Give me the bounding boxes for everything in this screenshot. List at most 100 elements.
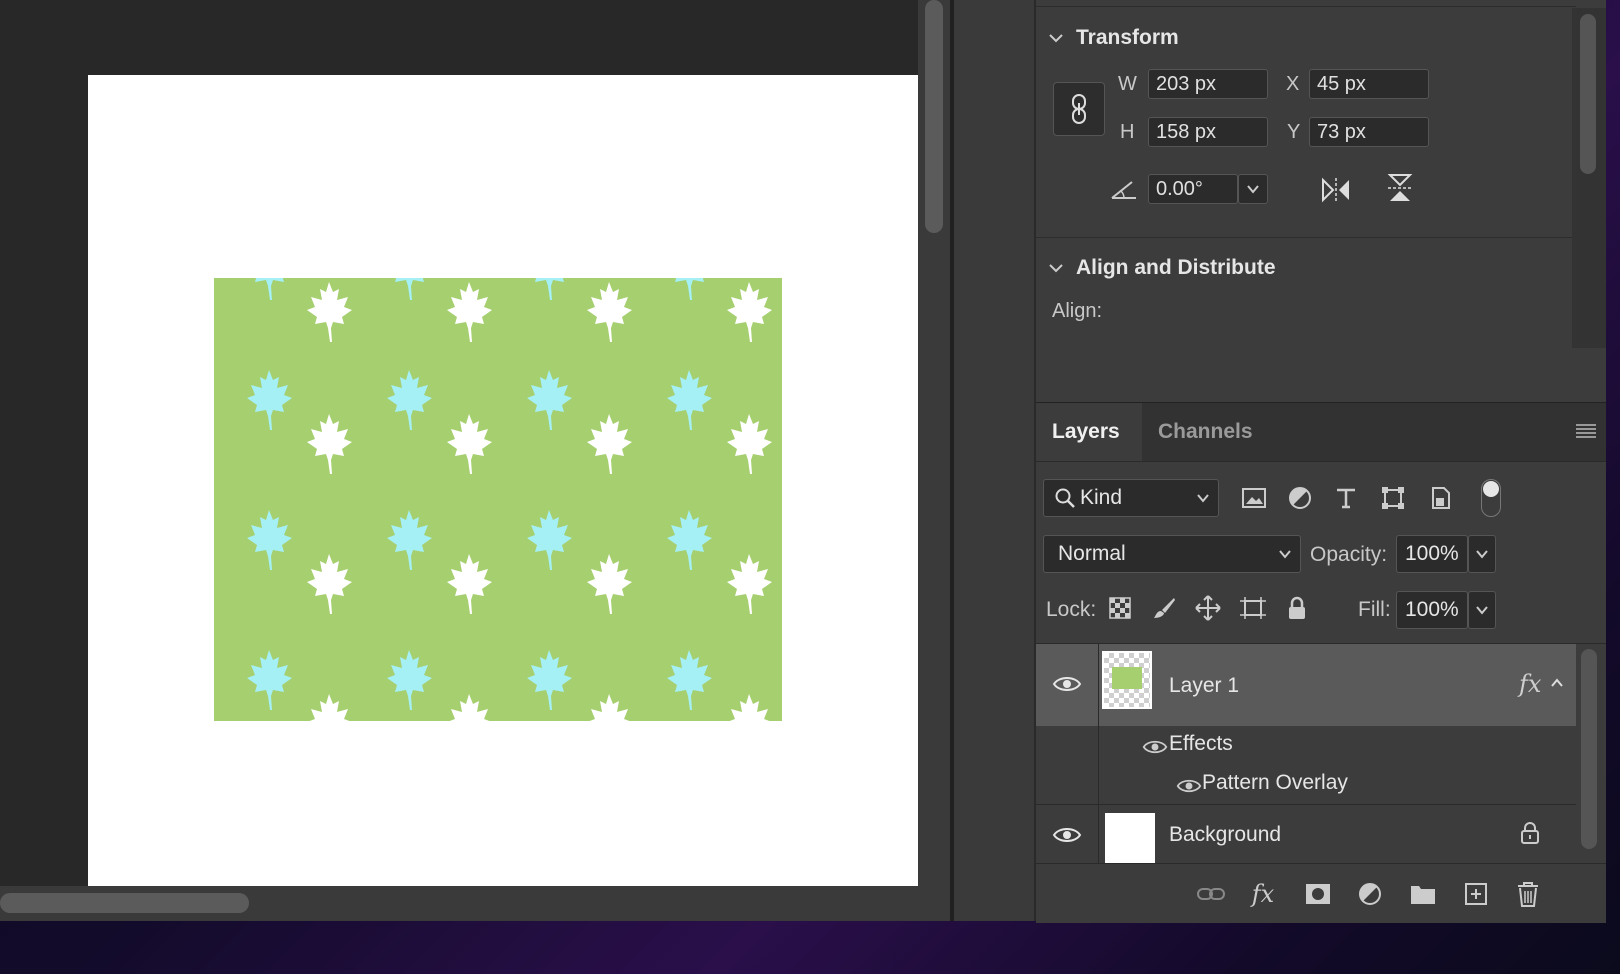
- transform-section-header[interactable]: Transform: [1048, 26, 1179, 50]
- white-leaf: [447, 554, 492, 614]
- white-leaf: [727, 282, 772, 342]
- layers-tabs: Layers Channels: [1036, 403, 1606, 462]
- blend-mode-select[interactable]: Normal: [1043, 535, 1301, 573]
- x-field[interactable]: 45 px: [1309, 69, 1429, 99]
- chevron-down-icon: [1476, 550, 1488, 559]
- chevron-up-icon[interactable]: [1550, 678, 1564, 688]
- cyan-leaf: [387, 510, 432, 570]
- flip-vertical-icon[interactable]: [1386, 172, 1414, 204]
- cyan-leaf: [667, 370, 712, 430]
- white-leaf: [447, 282, 492, 342]
- fx-icon[interactable]: fx: [1519, 670, 1541, 698]
- angle-field[interactable]: 0.00°: [1148, 174, 1238, 204]
- layer-row-background[interactable]: Background: [1036, 805, 1576, 871]
- link-dimensions-button[interactable]: [1053, 82, 1105, 136]
- layer-1-name[interactable]: Layer 1: [1169, 674, 1239, 698]
- white-leaf: [309, 694, 350, 721]
- properties-scrollbar[interactable]: [1572, 8, 1606, 348]
- add-mask-icon[interactable]: [1303, 880, 1333, 908]
- width-field[interactable]: 203 px: [1148, 69, 1268, 99]
- white-leaf: [587, 414, 632, 474]
- angle-dropdown[interactable]: [1238, 174, 1268, 204]
- canvas-vertical-scrollbar[interactable]: [918, 0, 950, 886]
- tab-layers[interactable]: Layers: [1036, 403, 1142, 461]
- layers-scrollbar[interactable]: [1574, 643, 1604, 863]
- new-layer-icon[interactable]: [1461, 880, 1491, 908]
- document-canvas[interactable]: [88, 75, 918, 886]
- height-field[interactable]: 158 px: [1148, 117, 1268, 147]
- new-group-icon[interactable]: [1408, 880, 1438, 908]
- kind-label: Kind: [1080, 486, 1123, 509]
- white-leaf: [587, 282, 632, 342]
- divider: [1098, 644, 1099, 804]
- chevron-down-icon: [1049, 34, 1063, 43]
- white-leaf: [587, 554, 632, 614]
- filter-kind-select[interactable]: Kind: [1043, 479, 1219, 517]
- tab-channels[interactable]: Channels: [1142, 403, 1274, 461]
- filter-toggle[interactable]: [1481, 479, 1501, 517]
- align-section-header[interactable]: Align and Distribute: [1048, 256, 1276, 280]
- lock-all-icon[interactable]: [1282, 593, 1312, 623]
- cyan-leaf: [387, 650, 432, 710]
- new-adjustment-icon[interactable]: [1355, 880, 1385, 908]
- smart-object-filter-icon[interactable]: [1426, 483, 1456, 513]
- scroll-thumb[interactable]: [1580, 14, 1596, 174]
- scroll-thumb[interactable]: [925, 0, 943, 233]
- eye-icon[interactable]: [1052, 674, 1082, 694]
- right-panel: Transform W 203 px X 45 px H 158 px Y 73…: [1036, 0, 1606, 923]
- y-field[interactable]: 73 px: [1309, 117, 1429, 147]
- scroll-thumb[interactable]: [0, 893, 249, 913]
- white-leaf: [449, 694, 490, 721]
- opacity-dropdown[interactable]: [1468, 535, 1496, 573]
- layer-1-thumbnail[interactable]: [1102, 651, 1152, 709]
- divider: [1098, 805, 1099, 863]
- lock-position-icon[interactable]: [1193, 593, 1223, 623]
- white-leaf: [307, 414, 352, 474]
- white-leaf: [727, 414, 772, 474]
- layer-1-pattern[interactable]: [214, 278, 782, 721]
- effects-row[interactable]: Effects: [1098, 726, 1576, 766]
- divider: [1036, 237, 1576, 238]
- lock-icon: [1521, 822, 1539, 844]
- effects-label: Effects: [1169, 732, 1233, 755]
- image-filter-icon[interactable]: [1239, 483, 1269, 513]
- x-label: X: [1286, 73, 1300, 95]
- delete-layer-icon[interactable]: [1513, 880, 1543, 908]
- panel-menu-icon[interactable]: [1576, 423, 1596, 439]
- fill-dropdown[interactable]: [1468, 591, 1496, 629]
- type-filter-icon[interactable]: [1331, 483, 1361, 513]
- lock-image-icon[interactable]: [1149, 593, 1179, 623]
- pattern-overlay-row[interactable]: Pattern Overlay: [1098, 765, 1576, 805]
- adjustment-filter-icon[interactable]: [1285, 483, 1315, 513]
- height-label: H: [1120, 121, 1135, 143]
- background-name[interactable]: Background: [1169, 823, 1281, 847]
- white-leaf: [589, 694, 630, 721]
- scroll-thumb[interactable]: [1581, 649, 1597, 849]
- chevron-down-icon: [1279, 550, 1291, 559]
- chevron-down-icon: [1049, 264, 1063, 273]
- divider: [1036, 6, 1576, 7]
- eye-icon[interactable]: [1052, 825, 1082, 845]
- angle-icon: [1111, 181, 1136, 199]
- cyan-leaf: [527, 510, 572, 570]
- white-leaf: [727, 554, 772, 614]
- eye-icon[interactable]: [1142, 738, 1168, 756]
- fill-field[interactable]: 100%: [1396, 591, 1468, 629]
- white-leaf: [447, 414, 492, 474]
- link-layers-icon[interactable]: [1196, 880, 1226, 908]
- lock-transparent-icon[interactable]: [1105, 593, 1135, 623]
- canvas-area[interactable]: [0, 0, 918, 886]
- flip-horizontal-icon[interactable]: [1320, 176, 1352, 204]
- eye-icon[interactable]: [1176, 777, 1202, 795]
- opacity-label: Opacity:: [1310, 543, 1388, 566]
- canvas-horizontal-scrollbar[interactable]: [0, 886, 950, 921]
- opacity-field[interactable]: 100%: [1396, 535, 1468, 573]
- cyan-leaf: [247, 650, 292, 710]
- cyan-leaf: [527, 650, 572, 710]
- toggle-knob: [1483, 481, 1499, 497]
- layers-panel: Layers Channels Kind Normal Opacity: 100…: [1036, 402, 1606, 923]
- layer-row-layer-1[interactable]: Layer 1 fx: [1036, 644, 1576, 726]
- lock-artboard-icon[interactable]: [1238, 593, 1268, 623]
- shape-filter-icon[interactable]: [1378, 483, 1408, 513]
- add-style-icon[interactable]: fx: [1248, 880, 1278, 908]
